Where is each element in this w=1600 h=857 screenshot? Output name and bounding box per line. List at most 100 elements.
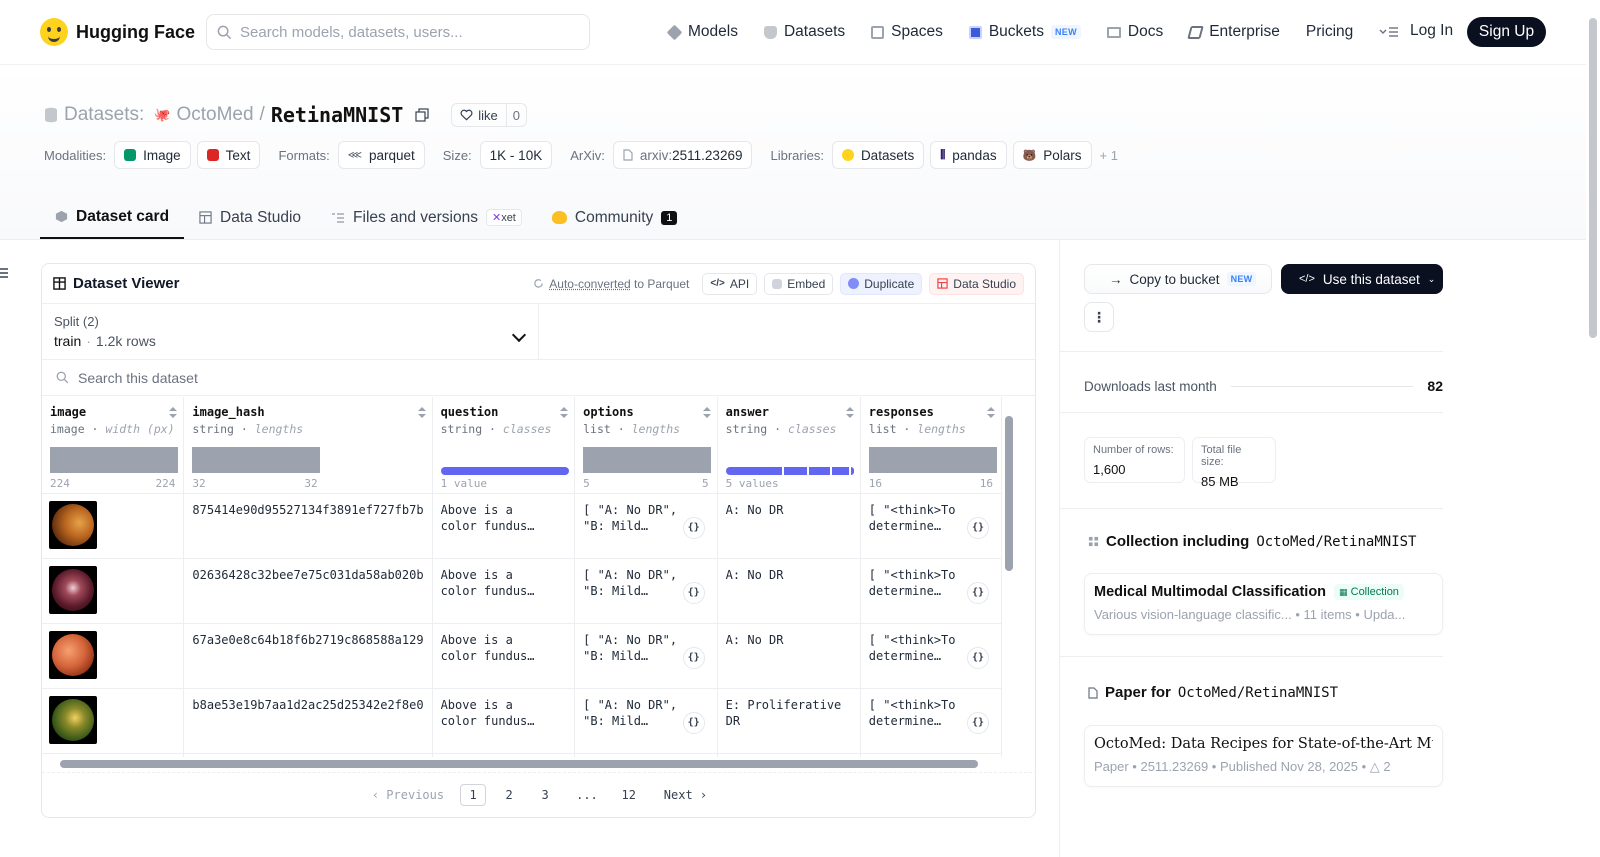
page-scrollbar[interactable]: [1589, 18, 1597, 338]
expand-json-button[interactable]: {}: [967, 711, 989, 734]
sort-icon[interactable]: [845, 407, 854, 419]
auto-converted-note[interactable]: Auto-converted to Parquet: [533, 277, 689, 291]
expand-json-button[interactable]: {}: [682, 516, 705, 539]
expand-json-button[interactable]: {}: [682, 646, 705, 669]
answer-cell[interactable]: A: No DR: [717, 558, 861, 624]
image-cell[interactable]: [42, 623, 185, 689]
expand-json-button[interactable]: {}: [682, 581, 705, 604]
previous-page-button[interactable]: ‹ Previous: [368, 784, 448, 806]
table-horizontal-scrollbar[interactable]: [47, 759, 997, 769]
tab-dataset-card[interactable]: Dataset card: [40, 196, 185, 239]
copy-to-bucket-button[interactable]: → Copy to bucket NEW: [1084, 264, 1272, 294]
table-row[interactable]: b8ae53e19b7aa1d2ac25d25342e2f8e0 Above i…: [42, 688, 1002, 754]
sort-icon[interactable]: [169, 407, 178, 419]
nav-spaces[interactable]: Spaces: [871, 20, 943, 44]
modality-image-chip[interactable]: Image: [114, 141, 191, 169]
scrollbar-thumb[interactable]: [60, 760, 978, 768]
library-datasets-chip[interactable]: Datasets: [831, 141, 925, 169]
question-cell[interactable]: [432, 753, 576, 757]
auto-converted-link[interactable]: Auto-converted: [549, 277, 630, 291]
nav-more-menu[interactable]: [1379, 20, 1399, 44]
collection-card[interactable]: Medical Multimodal Classification ▦ Colle…: [1084, 573, 1443, 635]
table-row[interactable]: [42, 753, 1002, 757]
data-studio-button[interactable]: Data Studio: [929, 272, 1024, 295]
tab-community[interactable]: Community 1: [537, 196, 693, 239]
embed-button[interactable]: Embed: [764, 272, 834, 295]
paper-card[interactable]: OctoMed: Data Recipes for State-of-the-A…: [1084, 725, 1443, 787]
table-row[interactable]: 67a3e0e8c64b18f6b2719c868588a129 Above i…: [42, 623, 1002, 689]
fundus-image-thumbnail[interactable]: [49, 695, 97, 744]
library-pandas-chip[interactable]: ⫼ pandas: [930, 141, 1007, 169]
expand-json-button[interactable]: {}: [967, 581, 989, 604]
section-label[interactable]: Datasets:: [64, 104, 144, 126]
dataset-search-input[interactable]: [78, 369, 478, 386]
responses-cell[interactable]: [ "<think>To determine th...{}: [860, 493, 1002, 559]
column-header-image-hash[interactable]: image_hash string · lengths 32 32: [183, 397, 433, 494]
image-cell[interactable]: [42, 753, 185, 757]
page-button[interactable]: 1: [460, 783, 487, 806]
options-cell[interactable]: [ "A: No DR", "B: Mild DR"...{}: [574, 623, 718, 689]
like-button[interactable]: like 0: [451, 103, 528, 127]
nav-datasets[interactable]: Datasets: [763, 20, 845, 44]
format-parquet-chip[interactable]: ⋘ parquet: [337, 141, 425, 169]
answer-cell[interactable]: E: Proliferative DR: [717, 688, 861, 754]
sort-icon[interactable]: [560, 407, 569, 419]
tab-data-studio[interactable]: Data Studio: [184, 196, 316, 239]
expand-json-button[interactable]: {}: [682, 711, 705, 734]
arxiv-chip[interactable]: arxiv:2511.23269: [612, 141, 753, 169]
expand-json-button[interactable]: {}: [967, 516, 989, 539]
page-button[interactable]: 2: [496, 784, 522, 806]
options-cell[interactable]: [574, 753, 718, 757]
brand-logo[interactable]: Hugging Face: [40, 18, 195, 46]
dataset-search[interactable]: [42, 360, 1035, 396]
column-header-answer[interactable]: answer string · classes 5 values: [717, 397, 861, 494]
global-search-input[interactable]: [240, 23, 570, 41]
table-vertical-scrollbar[interactable]: [1005, 404, 1013, 759]
column-header-responses[interactable]: responses list · lengths 16 16: [860, 397, 1002, 494]
use-this-dataset-button[interactable]: </> Use this dataset ⌄: [1281, 264, 1443, 294]
answer-cell[interactable]: A: No DR: [717, 493, 861, 559]
image-cell[interactable]: [42, 558, 185, 624]
responses-cell[interactable]: [ "<think>To determine th...{}: [860, 558, 1002, 624]
column-header-image[interactable]: image image · width (px) 224 224: [42, 397, 185, 494]
page-button[interactable]: 3: [532, 784, 558, 806]
nav-buckets[interactable]: Buckets NEW: [968, 20, 1081, 44]
fundus-image-thumbnail[interactable]: [49, 565, 97, 614]
table-row[interactable]: 875414e90d95527134f3891ef727fb7b Above i…: [42, 493, 1002, 559]
modality-text-chip[interactable]: Text: [196, 141, 261, 169]
responses-cell[interactable]: [860, 753, 1002, 757]
hash-cell[interactable]: [183, 753, 433, 757]
fundus-image-thumbnail[interactable]: [49, 500, 97, 549]
hash-cell[interactable]: 67a3e0e8c64b18f6b2719c868588a129: [183, 623, 433, 689]
sort-icon[interactable]: [417, 407, 426, 419]
responses-cell[interactable]: [ "<think>To determine th...{}: [860, 623, 1002, 689]
hash-cell[interactable]: 875414e90d95527134f3891ef727fb7b: [183, 493, 433, 559]
nav-docs[interactable]: Docs: [1106, 20, 1163, 44]
expand-json-button[interactable]: {}: [967, 646, 989, 669]
tab-files-and-versions[interactable]: Files and versions ✕xet: [316, 196, 537, 239]
options-cell[interactable]: [ "A: No DR", "B: Mild DR"...{}: [574, 688, 718, 754]
responses-cell[interactable]: [ "<think>To determine th...{}: [860, 688, 1002, 754]
page-button[interactable]: 12: [616, 784, 642, 806]
image-cell[interactable]: [42, 493, 185, 559]
hash-cell[interactable]: 02636428c32bee7e75c031da58ab020b: [183, 558, 433, 624]
column-header-question[interactable]: question string · classes 1 value: [432, 397, 576, 494]
question-cell[interactable]: Above is a color fundus image of...: [432, 493, 576, 559]
options-cell[interactable]: [ "A: No DR", "B: Mild DR"...{}: [574, 558, 718, 624]
column-header-options[interactable]: options list · lengths 55: [574, 397, 718, 494]
answer-cell[interactable]: A: No DR: [717, 623, 861, 689]
size-chip[interactable]: 1K - 10K: [479, 141, 553, 169]
question-cell[interactable]: Above is a color fundus image of...: [432, 623, 576, 689]
more-options-button[interactable]: ⋮: [1084, 302, 1114, 332]
fundus-image-thumbnail[interactable]: [49, 630, 97, 679]
image-cell[interactable]: [42, 688, 185, 754]
split-selector[interactable]: Split (2) train · 1.2k rows: [42, 304, 539, 359]
login-link[interactable]: Log In: [1410, 22, 1453, 40]
signup-button[interactable]: Sign Up: [1467, 17, 1546, 47]
org-link[interactable]: OctoMed: [176, 104, 253, 126]
scrollbar-thumb[interactable]: [1005, 416, 1013, 571]
nav-models[interactable]: Models: [666, 20, 738, 44]
question-cell[interactable]: Above is a color fundus image of...: [432, 558, 576, 624]
global-search[interactable]: [206, 14, 590, 50]
sidebar-toggle-icon[interactable]: [0, 268, 8, 278]
